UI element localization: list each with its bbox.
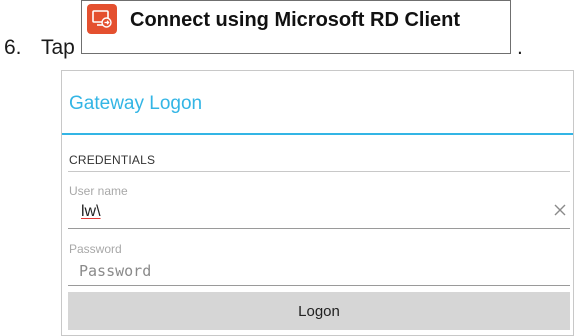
remote-desktop-icon: [87, 4, 117, 34]
password-underline: [68, 285, 570, 286]
username-caption: User name: [69, 184, 128, 198]
connect-button-label: Connect using Microsoft RD Client: [130, 9, 460, 31]
step-number: 6.: [4, 36, 22, 59]
title-divider: [62, 133, 573, 135]
connect-rd-client-button[interactable]: Connect using Microsoft RD Client: [81, 0, 511, 54]
password-caption: Password: [69, 242, 122, 256]
password-field[interactable]: [79, 259, 539, 283]
instruction-step: 6. Tap Connect using Microsoft RD Client…: [0, 0, 574, 60]
section-divider: [68, 171, 570, 172]
step-trailing-period: .: [517, 36, 523, 59]
close-icon[interactable]: [551, 201, 569, 219]
username-field[interactable]: lw\: [81, 203, 101, 221]
logon-button[interactable]: Logon: [68, 292, 570, 330]
gateway-logon-dialog: Gateway Logon CREDENTIALS User name lw\ …: [61, 70, 574, 336]
username-underline: [68, 228, 570, 229]
step-verb: Tap: [41, 36, 75, 59]
credentials-heading: CREDENTIALS: [69, 153, 156, 167]
dialog-title: Gateway Logon: [69, 93, 203, 114]
